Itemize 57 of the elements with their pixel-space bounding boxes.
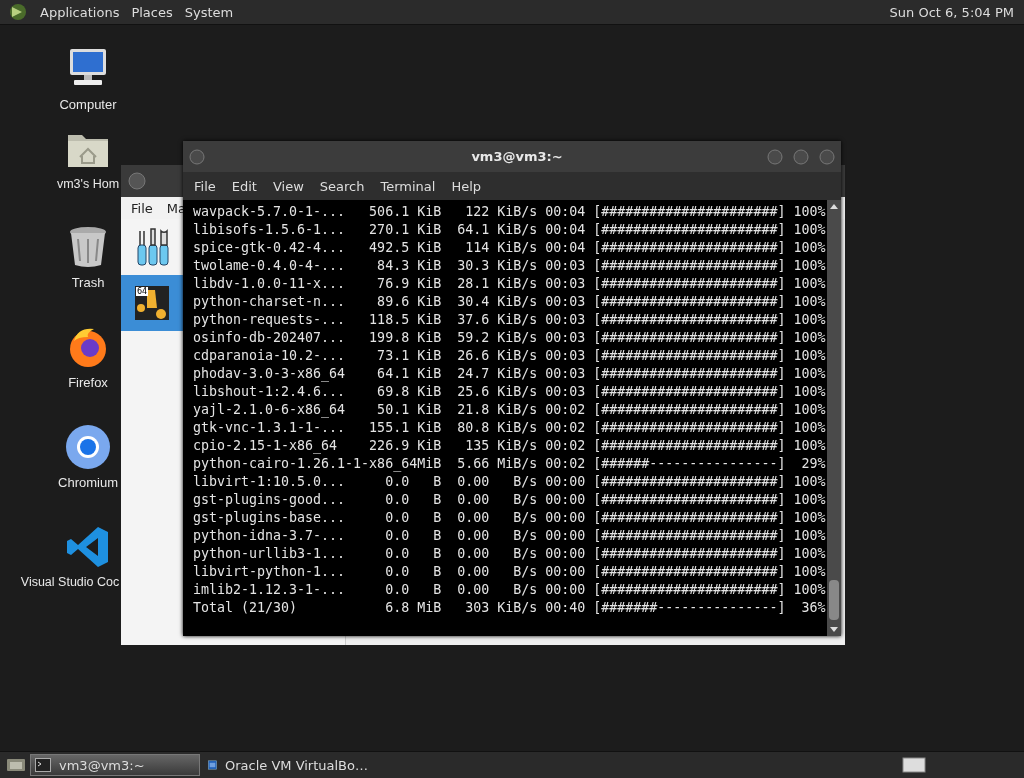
list-row[interactable]: 64	[121, 275, 183, 331]
menu-item[interactable]: View	[264, 178, 312, 194]
output-line: twolame-0.4.0-4-... 84.3 KiB 30.3 KiB/s 00:03 [######################] 100%	[193, 257, 827, 275]
tools-icon	[135, 227, 171, 267]
desktop-icon-label[interactable]: vm3's Hom	[56, 177, 120, 191]
terminal-icon	[35, 758, 51, 772]
logo-icon[interactable]	[8, 2, 28, 22]
desktop-icon-label[interactable]: Trash	[71, 275, 105, 290]
output-line: cpio-2.15-1-x86_64 226.9 KiB 135 KiB/s 00:02 [######################] 100%	[193, 437, 827, 455]
workspace-icon[interactable]	[902, 757, 926, 773]
output-line: gst-plugins-base... 0.0 B 0.00 B/s 00:00 [######################] 100%	[193, 509, 827, 527]
output-line: yajl-2.1.0-6-x86_64 50.1 KiB 21.8 KiB/s 00:02 [######################] 100%	[193, 401, 827, 419]
clock[interactable]: Sun Oct 6, 5:04 PM	[889, 4, 1014, 20]
output-line: wavpack-5.7.0-1-... 506.1 KiB 122 KiB/s 00:04 [######################] 100%	[193, 203, 827, 221]
taskbar-button[interactable]: Oracle VM VirtualBo…	[204, 755, 372, 775]
output-line: python-idna-3.7-... 0.0 B 0.00 B/s 00:00 [######################] 100%	[193, 527, 827, 545]
taskbar-button[interactable]: vm3@vm3:~	[30, 754, 200, 776]
panel-menu[interactable]: Places	[131, 4, 173, 20]
app-window-icon	[208, 757, 217, 773]
show-desktop-icon[interactable]	[6, 757, 26, 773]
menu-item[interactable]: File	[186, 178, 224, 194]
window-title: vm3@vm3:~	[471, 149, 563, 164]
output-line: libshout-1:2.4.6... 69.8 KiB 25.6 KiB/s 00:03 [######################] 100%	[193, 383, 827, 401]
output-line: libvirt-python-1... 0.0 B 0.00 B/s 00:00 [######################] 100%	[193, 563, 827, 581]
menu-item[interactable]: Search	[311, 178, 373, 194]
desktop-icon-label[interactable]: Firefox	[68, 375, 108, 390]
scroll-up-icon[interactable]	[829, 202, 839, 210]
desktop-icon-label[interactable]: Computer	[59, 97, 117, 112]
desktop-icon-label[interactable]: Chromium	[58, 475, 118, 490]
scroll-down-icon[interactable]	[829, 626, 839, 634]
output-line: libvirt-1:10.5.0... 0.0 B 0.00 B/s 00:00 [######################] 100%	[193, 473, 827, 491]
output-line: python-cairo-1.26.1-1-x86_64MiB 5.66 MiB/s 00:02 [######----------------] 29%	[193, 455, 827, 473]
output-line: cdparanoia-10.2-... 73.1 KiB 26.6 KiB/s 00:03 [######################] 100%	[193, 347, 827, 365]
output-line: python-requests-... 118.5 KiB 37.6 KiB/s 00:03 [######################] 100%	[193, 311, 827, 329]
badge: 64	[136, 287, 149, 296]
output-line: python-charset-n... 89.6 KiB 30.4 KiB/s 00:03 [######################] 100%	[193, 293, 827, 311]
scrollbar[interactable]	[827, 200, 841, 636]
output-line: libdv-1.0.0-11-x... 76.9 KiB 28.1 KiB/s 00:03 [######################] 100%	[193, 275, 827, 293]
scroll-thumb[interactable]	[829, 580, 839, 620]
round-browser-icon[interactable]	[64, 423, 112, 471]
output-line: gst-plugins-good... 0.0 B 0.00 B/s 00:00 [######################] 100%	[193, 491, 827, 509]
output-line: libisofs-1.5.6-1... 270.1 KiB 64.1 KiB/s 00:04 [######################] 100%	[193, 221, 827, 239]
menu-item[interactable]: Terminal	[372, 178, 444, 194]
window-button-icon[interactable]	[127, 171, 147, 191]
output-line: phodav-3.0-3-x86_64 64.1 KiB 24.7 KiB/s 00:03 [######################] 100%	[193, 365, 827, 383]
output-line: gtk-vnc-1.3.1-1-... 155.1 KiB 80.8 KiB/s 00:02 [######################] 100%	[193, 419, 827, 437]
output-line: osinfo-db-202407... 199.8 KiB 59.2 KiB/s 00:03 [######################] 100%	[193, 329, 827, 347]
output-line: spice-gtk-0.42-4... 492.5 KiB 114 KiB/s 00:04 [######################] 100%	[193, 239, 827, 257]
menu-item[interactable]: Help	[443, 178, 490, 194]
output-line: Total (21/30) 6.8 MiB 303 KiB/s 00:40 [#######---------------] 36%	[193, 599, 827, 617]
menu-item[interactable]: File	[131, 200, 153, 216]
panel-menu[interactable]: Applications	[40, 4, 120, 20]
desktop-icon-label[interactable]: Visual Studio Coc	[20, 575, 120, 589]
panel-menu[interactable]: System	[184, 4, 234, 20]
output-line: imlib2-1.12.3-1-... 0.0 B 0.00 B/s 00:00 [######################] 100%	[193, 581, 827, 599]
menu-item[interactable]: Edit	[223, 178, 265, 194]
output-line: python-urllib3-1... 0.0 B 0.00 B/s 00:00 [######################] 100%	[193, 545, 827, 563]
